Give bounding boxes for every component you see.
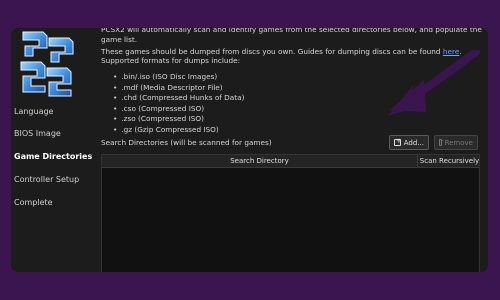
- sidebar-item-controller-setup[interactable]: Controller Setup: [14, 175, 79, 184]
- formats-title: Supported formats for dumps include:: [101, 56, 241, 65]
- format-item: .mdf (Media Descriptor File): [113, 83, 244, 94]
- sidebar-item-complete[interactable]: Complete: [14, 198, 53, 207]
- column-header-scan-recursively[interactable]: Scan Recursively: [417, 155, 481, 167]
- arrow-annotation: [388, 50, 480, 116]
- format-item: .gz (Gzip Compressed ISO): [113, 125, 244, 136]
- format-item: .chd (Compressed Hunks of Data): [113, 93, 244, 104]
- column-header-search-directory[interactable]: Search Directory: [102, 157, 417, 165]
- format-item: .cso (Compressed ISO): [113, 104, 244, 115]
- sidebar-item-language[interactable]: Language: [14, 107, 53, 116]
- format-item: .bin/.iso (ISO Disc Images): [113, 72, 244, 83]
- sidebar-item-bios-image[interactable]: BIOS Image: [14, 129, 61, 138]
- search-directories-table[interactable]: Search Directory Scan Recursively: [101, 154, 480, 272]
- intro-line-1: PCSX2 will automatically scan and identi…: [101, 28, 482, 44]
- search-directories-label: Search Directories (will be scanned for …: [101, 138, 272, 147]
- format-item: .zso (Compressed ISO): [113, 114, 244, 125]
- sidebar-item-game-directories[interactable]: Game Directories: [14, 152, 92, 161]
- table-header: Search Directory Scan Recursively: [102, 155, 479, 168]
- sidebar: Language BIOS Image Game Directories Con…: [11, 28, 99, 272]
- pcsx2-logo: [20, 31, 74, 97]
- format-list: .bin/.iso (ISO Disc Images) .mdf (Media …: [113, 72, 244, 135]
